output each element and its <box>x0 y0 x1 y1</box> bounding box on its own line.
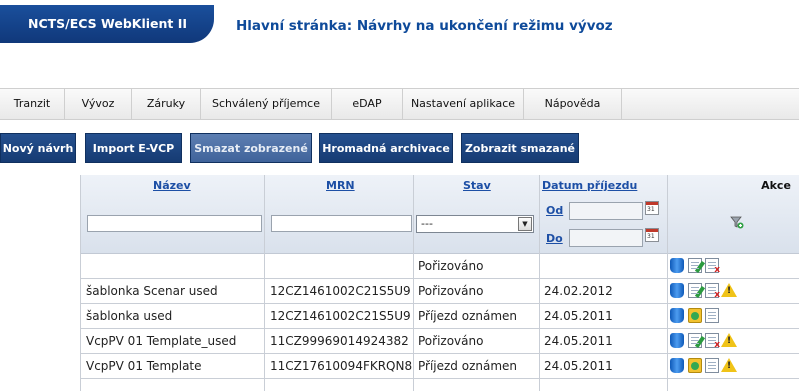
table-row[interactable]: VcpPV 01 Template_used 11CZ9996901492438… <box>80 329 799 354</box>
table-row[interactable]: Pořizováno x <box>80 254 799 279</box>
row-date: 24.05.2011 <box>544 334 613 348</box>
row-date <box>544 254 664 278</box>
row-name: šablonka used <box>86 309 173 323</box>
column-separator <box>80 175 81 391</box>
bulk-archive-button[interactable]: Hromadná archivace <box>319 133 453 163</box>
archive-icon[interactable] <box>688 358 702 373</box>
clear-filter-icon[interactable] <box>730 215 744 229</box>
row-mrn: 12CZ1461002C21S5U9 <box>270 284 411 298</box>
date-to-input[interactable] <box>569 229 643 247</box>
calendar-icon[interactable]: 31 <box>645 201 659 215</box>
date-from-label[interactable]: Od <box>546 204 563 217</box>
menu-item-napoveda[interactable]: Nápověda <box>524 89 622 119</box>
menu-item-nastaveni-aplikace[interactable]: Nastavení aplikace <box>403 89 524 119</box>
row-status: Pořizováno <box>418 284 484 298</box>
warning-icon[interactable]: ! <box>721 283 737 297</box>
table-row[interactable]: šablonka Scenar used 12CZ1461002C21S5U9 … <box>80 279 799 304</box>
import-evcp-button[interactable]: Import E-VCP <box>85 133 182 163</box>
mrn-filter-input[interactable] <box>271 215 412 232</box>
delete-shown-button[interactable]: Smazat zobrazené <box>190 133 312 163</box>
row-name: VcpPV 01 Template_used <box>86 334 237 348</box>
new-draft-button[interactable]: Nový návrh <box>0 133 76 163</box>
database-icon[interactable] <box>670 358 684 373</box>
table-row[interactable]: šablonka used 12CZ1461002C21S5U9 Příjezd… <box>80 304 799 329</box>
status-filter-select[interactable]: --- ▼ <box>416 215 534 233</box>
delete-icon[interactable]: x <box>705 258 720 275</box>
delete-glyph: x <box>714 340 720 350</box>
page-title: Hlavní stránka: Návrhy na ukončení režim… <box>236 18 613 34</box>
calendar-icon[interactable]: 31 <box>645 228 659 242</box>
row-name: VcpPV 01 Template <box>86 359 202 373</box>
database-icon[interactable] <box>670 333 684 348</box>
column-separator <box>264 175 265 391</box>
column-separator <box>667 175 668 391</box>
database-icon[interactable] <box>670 308 684 323</box>
warning-icon[interactable]: ! <box>721 333 737 347</box>
drafts-table: Název MRN Stav Datum příjezdu Akce --- ▼… <box>80 175 799 391</box>
document-icon[interactable] <box>705 358 719 373</box>
sort-mrn-link[interactable]: MRN <box>326 179 355 192</box>
edit-icon[interactable] <box>688 258 702 273</box>
document-icon[interactable] <box>705 308 719 323</box>
menu-item-zaruky[interactable]: Záruky <box>132 89 201 119</box>
sort-name-link[interactable]: Název <box>153 179 191 192</box>
database-icon[interactable] <box>670 258 684 273</box>
row-date: 24.05.2011 <box>544 359 613 373</box>
warning-glyph: ! <box>727 286 732 296</box>
delete-glyph: x <box>714 290 720 300</box>
row-date: 24.05.2011 <box>544 309 613 323</box>
dropdown-arrow-icon[interactable]: ▼ <box>518 217 532 231</box>
row-mrn: 11CZ99969014924382 <box>270 334 409 348</box>
main-menu: Tranzit Vývoz Záruky Schválený příjemce … <box>0 88 799 120</box>
row-name <box>86 254 262 278</box>
show-deleted-button[interactable]: Zobrazit smazané <box>461 133 579 163</box>
status-filter-value: --- <box>421 217 433 230</box>
edit-icon[interactable] <box>688 333 702 348</box>
delete-icon[interactable]: x <box>705 333 720 350</box>
menu-item-edap[interactable]: eDAP <box>332 89 403 119</box>
column-separator <box>539 175 540 391</box>
edit-icon[interactable] <box>688 283 702 298</box>
warning-glyph: ! <box>727 336 732 346</box>
menu-item-tranzit[interactable]: Tranzit <box>0 89 65 119</box>
row-status: Pořizováno <box>418 334 484 348</box>
calendar-day-number: 31 <box>647 233 655 240</box>
app-brand: NCTS/ECS WebKlient II <box>0 5 214 43</box>
row-mrn: 12CZ1461002C21S5U9 <box>270 309 411 323</box>
date-from-input[interactable] <box>569 202 643 220</box>
date-to-label[interactable]: Do <box>546 232 563 245</box>
table-row[interactable]: VcpPV 01 Template 11CZ17610094FKRQN8 Pří… <box>80 354 799 379</box>
menu-item-vyvoz[interactable]: Vývoz <box>65 89 132 119</box>
row-status: Příjezd oznámen <box>418 359 518 373</box>
row-status: Příjezd oznámen <box>418 309 518 323</box>
row-status: Pořizováno <box>418 259 484 273</box>
app-header: NCTS/ECS WebKlient II Hlavní stránka: Ná… <box>0 0 799 46</box>
row-name: šablonka Scenar used <box>86 284 218 298</box>
row-date: 24.02.2012 <box>544 284 613 298</box>
delete-icon[interactable]: x <box>705 283 720 300</box>
archive-icon[interactable] <box>688 308 702 323</box>
delete-glyph: x <box>714 265 720 275</box>
sort-status-link[interactable]: Stav <box>463 179 491 192</box>
sort-arrival-date-link[interactable]: Datum příjezdu <box>542 179 637 192</box>
name-filter-input[interactable] <box>87 215 262 232</box>
calendar-day-number: 31 <box>647 206 655 213</box>
row-mrn <box>270 254 412 278</box>
table-header: Název MRN Stav Datum příjezdu Akce --- ▼… <box>80 175 799 254</box>
warning-icon[interactable]: ! <box>721 358 737 372</box>
warning-glyph: ! <box>727 361 732 371</box>
column-separator <box>413 175 414 391</box>
database-icon[interactable] <box>670 283 684 298</box>
menu-item-schvaleny-prijemce[interactable]: Schválený příjemce <box>201 89 332 119</box>
row-mrn: 11CZ17610094FKRQN8 <box>270 359 412 373</box>
actions-header: Akce <box>761 179 791 192</box>
